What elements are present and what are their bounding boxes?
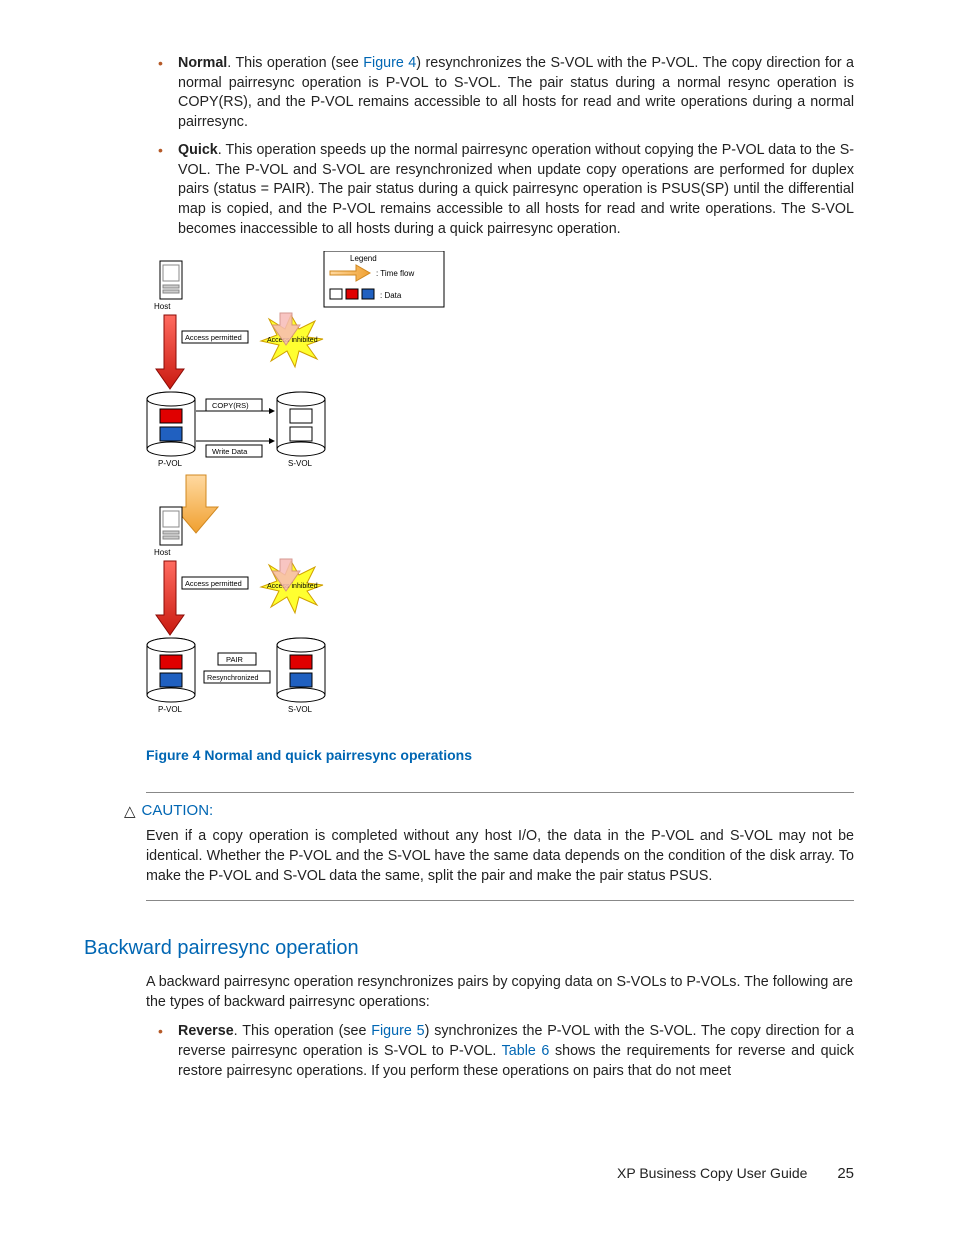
svg-text:Host: Host [154,302,171,311]
svg-text:P-VOL: P-VOL [158,705,183,714]
section-heading: Backward pairresync operation [84,935,854,963]
bullet-list-top: Normal. This operation (see Figure 4) re… [152,54,854,239]
caution-icon: △ [124,802,136,823]
bullet-label: Reverse [178,1023,234,1039]
svg-text:Access inhibited: Access inhibited [267,583,318,590]
bullet-label: Normal [178,55,227,71]
svol-bottom [277,638,325,702]
svg-text:: Data: : Data [380,291,402,300]
section-intro: A backward pairresync operation resynchr… [146,973,854,1012]
svg-text:: Time flow: : Time flow [376,269,414,278]
svg-text:S-VOL: S-VOL [288,459,313,468]
list-item: Reverse. This operation (see Figure 5) s… [178,1022,854,1081]
svg-text:Host: Host [154,548,171,557]
svol-top [277,392,325,456]
figure-4-diagram: Legend : Time flow : Data Host Access pe… [146,251,854,765]
bullet-list-bottom: Reverse. This operation (see Figure 5) s… [152,1022,854,1081]
svg-text:Write Data: Write Data [212,447,248,456]
table-6-link[interactable]: Table 6 [502,1043,550,1059]
pvol-bottom [147,638,195,702]
bullet-label: Quick [178,142,218,158]
page-number: 25 [837,1164,854,1185]
svg-text:S-VOL: S-VOL [288,705,313,714]
figure-caption: Figure 4 Normal and quick pairresync ope… [146,746,854,765]
figure-5-link[interactable]: Figure 5 [371,1023,424,1039]
pvol-top [147,392,195,456]
caution-heading: CAUTION: [142,802,214,819]
svg-text:COPY(RS): COPY(RS) [212,401,249,410]
list-item: Quick. This operation speeds up the norm… [178,141,854,240]
svg-text:Legend: Legend [350,254,377,263]
svg-text:Access permitted: Access permitted [185,333,242,342]
caution-block: △CAUTION: Even if a copy operation is co… [146,792,854,902]
footer-title: XP Business Copy User Guide [617,1165,807,1181]
svg-text:Access permitted: Access permitted [185,579,242,588]
page-footer: XP Business Copy User Guide 25 [617,1164,854,1185]
list-item: Normal. This operation (see Figure 4) re… [178,54,854,133]
figure-4-link[interactable]: Figure 4 [363,55,416,71]
svg-text:PAIR: PAIR [226,655,244,664]
svg-text:P-VOL: P-VOL [158,459,183,468]
caution-text: Even if a copy operation is completed wi… [146,827,854,886]
svg-text:Resynchronized: Resynchronized [207,673,259,682]
svg-text:Access inhibited: Access inhibited [267,337,318,344]
